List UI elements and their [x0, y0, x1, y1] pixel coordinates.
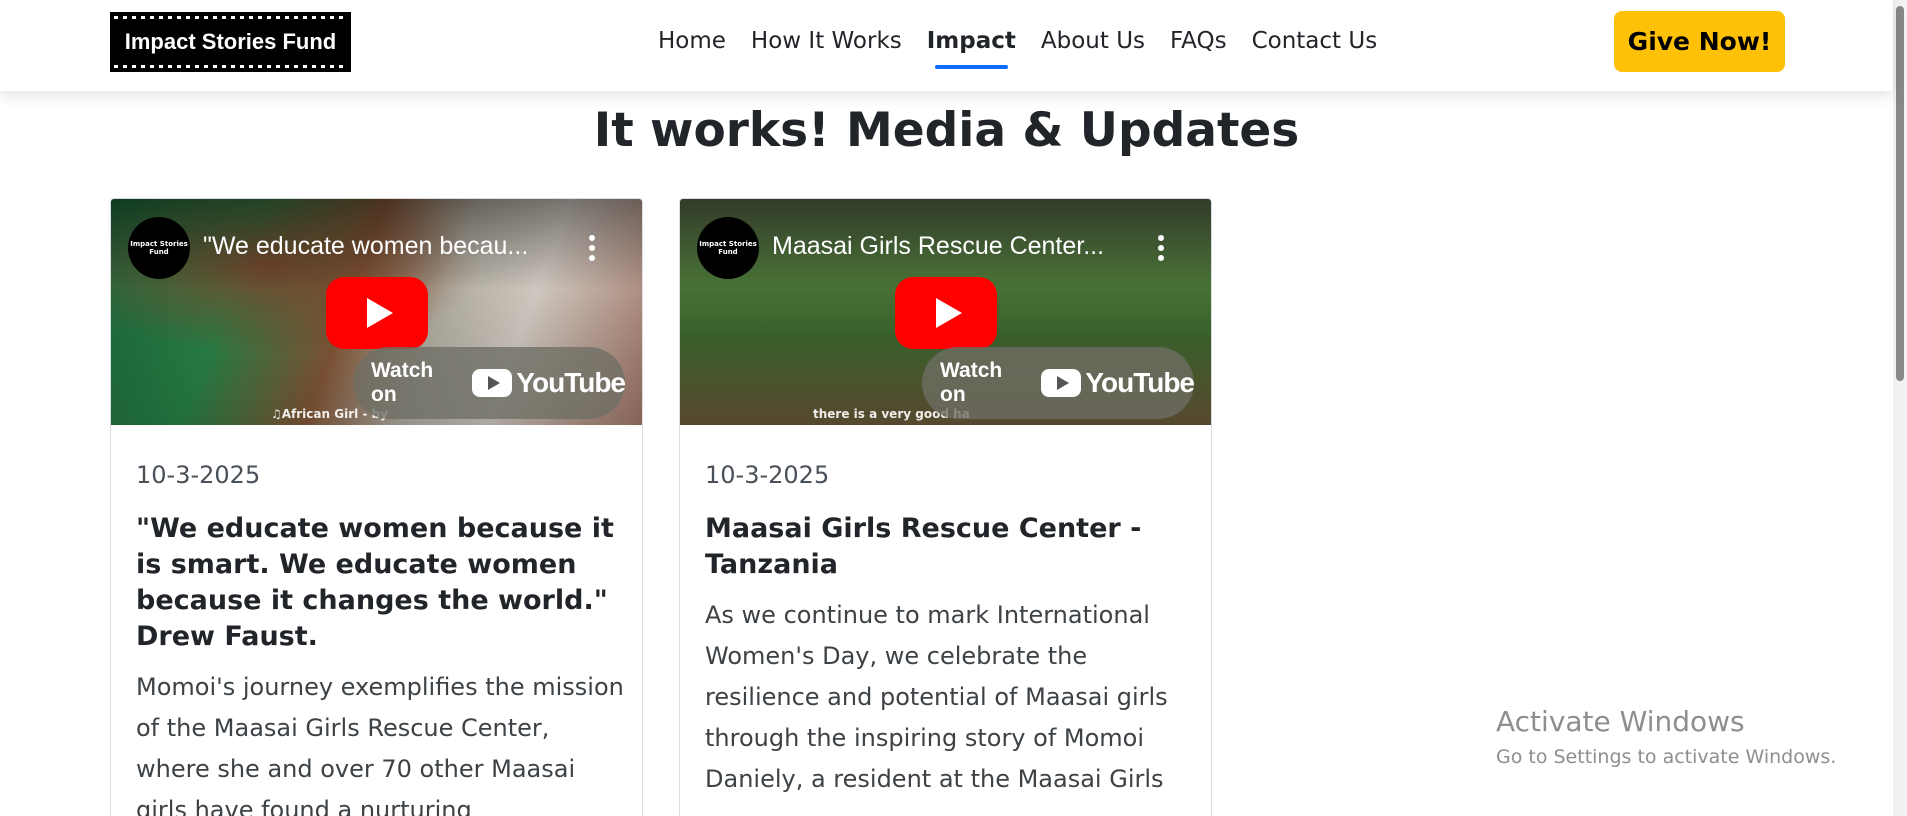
more-options-icon[interactable]: [1157, 235, 1165, 263]
nav-link-about-us[interactable]: About Us: [1041, 28, 1145, 54]
section-title: It works! Media & Updates: [593, 103, 1300, 158]
update-card: Impact Stories Fund "We educate women be…: [110, 198, 643, 816]
nav-link-impact[interactable]: Impact: [927, 28, 1016, 69]
play-button-icon[interactable]: [326, 277, 428, 349]
youtube-embed[interactable]: Impact Stories Fund Maasai Girls Rescue …: [680, 199, 1211, 425]
main-nav: Home How It Works Impact About Us FAQs C…: [658, 28, 1378, 69]
post-date: 10-3-2025: [136, 461, 261, 489]
card-excerpt: As we continue to mark International Wom…: [705, 601, 1168, 793]
more-options-icon[interactable]: [588, 235, 596, 263]
nav-link-how-it-works[interactable]: How It Works: [751, 28, 902, 54]
youtube-wordmark: YouTube: [1085, 367, 1195, 398]
youtube-logo-icon: YouTube: [1041, 367, 1195, 399]
give-now-button[interactable]: Give Now!: [1614, 11, 1785, 72]
watermark-subtitle: Go to Settings to activate Windows.: [1496, 746, 1837, 768]
watch-on-label: Watch on: [371, 359, 434, 406]
youtube-wordmark: YouTube: [516, 367, 626, 398]
update-card: Impact Stories Fund Maasai Girls Rescue …: [679, 198, 1212, 816]
top-navbar: Impact Stories Fund Home How It Works Im…: [0, 0, 1893, 91]
watch-on-label: Watch on: [940, 359, 1003, 406]
card-title[interactable]: "We educate women because it is smart. W…: [136, 511, 626, 655]
site-logo[interactable]: Impact Stories Fund: [110, 12, 351, 72]
logo-film-perforation-top: [114, 16, 347, 19]
watermark-title: Activate Windows: [1496, 705, 1745, 738]
watch-on-youtube-button[interactable]: Watch on YouTube: [353, 347, 626, 419]
card-excerpt: Momoi's journey exemplifies the mission …: [136, 673, 624, 816]
post-date: 10-3-2025: [705, 461, 830, 489]
channel-avatar[interactable]: Impact Stories Fund: [128, 217, 190, 279]
watch-on-youtube-button[interactable]: Watch on YouTube: [922, 347, 1195, 419]
nav-link-contact-us[interactable]: Contact Us: [1252, 28, 1378, 54]
video-title[interactable]: Maasai Girls Rescue Center...: [772, 232, 1132, 261]
page-scrollbar[interactable]: [1893, 0, 1907, 816]
channel-avatar[interactable]: Impact Stories Fund: [697, 217, 759, 279]
nav-link-faqs[interactable]: FAQs: [1170, 28, 1227, 54]
card-body: 10-3-2025 "We educate women because it i…: [136, 461, 626, 816]
youtube-embed[interactable]: Impact Stories Fund "We educate women be…: [111, 199, 642, 425]
play-button-icon[interactable]: [895, 277, 997, 349]
logo-film-perforation-bottom: [114, 65, 347, 68]
nav-link-home[interactable]: Home: [658, 28, 726, 54]
card-title[interactable]: Maasai Girls Rescue Center - Tanzania: [705, 511, 1195, 583]
video-title[interactable]: "We educate women becau...: [203, 232, 563, 261]
youtube-logo-icon: YouTube: [472, 367, 626, 399]
logo-text: Impact Stories Fund: [124, 29, 337, 54]
activate-windows-watermark: Activate Windows Go to Settings to activ…: [1496, 705, 1836, 768]
scrollbar-thumb[interactable]: [1896, 6, 1904, 381]
card-body: 10-3-2025 Maasai Girls Rescue Center - T…: [705, 461, 1195, 800]
